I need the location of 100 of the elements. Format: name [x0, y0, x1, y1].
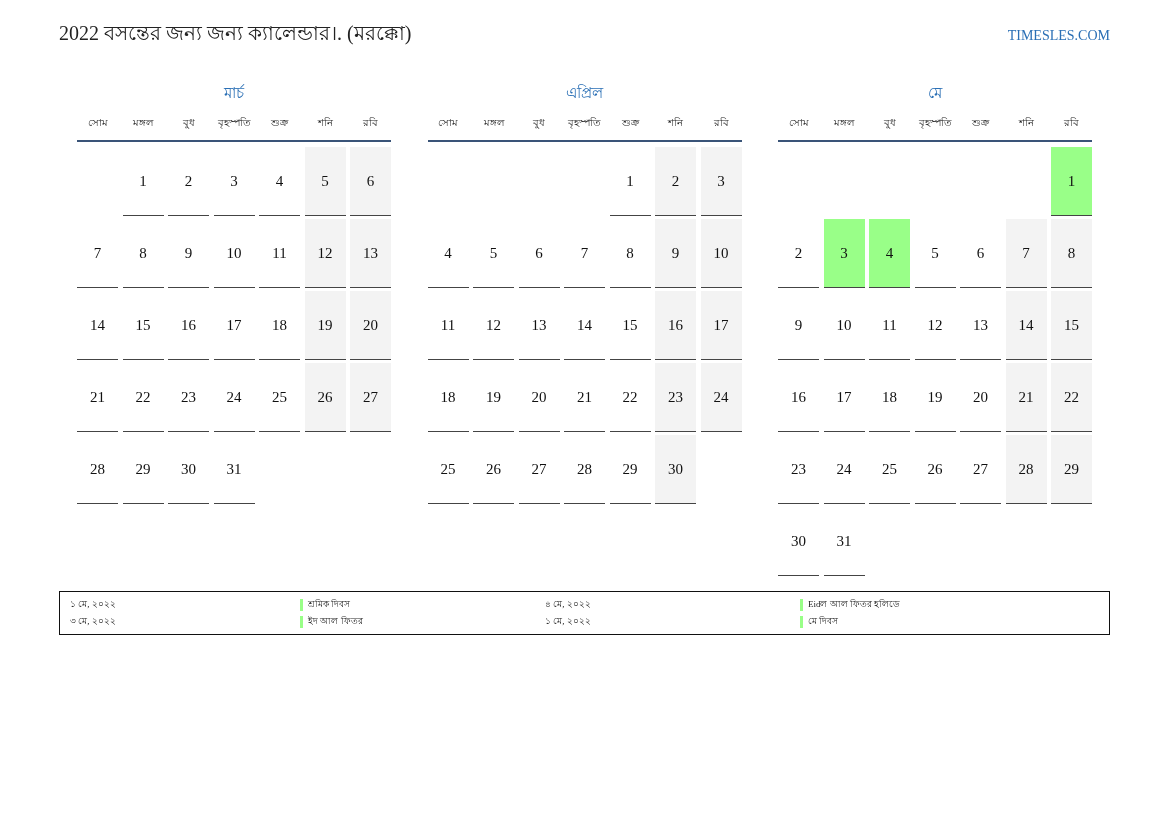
day-cell: 26 — [304, 363, 346, 432]
day-cell: 13 — [350, 219, 391, 288]
day-cell: 30 — [778, 507, 819, 576]
holiday-date: ১ মে, ২০২২ — [70, 598, 117, 611]
day-cell: 1 — [609, 147, 651, 216]
day-cell: 1 — [122, 147, 164, 216]
weekday-label: শুক্র — [971, 116, 991, 130]
day-cell: 27 — [518, 435, 560, 504]
day-cell: 5 — [304, 147, 346, 216]
day-cell: 8 — [609, 219, 651, 288]
weekday-label: বুধ — [181, 116, 196, 131]
weekday-label: বৃহস্পতি — [917, 116, 953, 131]
day-cell: 29 — [122, 435, 164, 504]
day-cell: 24 — [213, 363, 255, 432]
day-cell: 21 — [1005, 363, 1047, 432]
day-cell: 24 — [700, 363, 742, 432]
day-cell: 16 — [655, 291, 696, 360]
day-cell: 23 — [168, 363, 209, 432]
day-cell: 24 — [823, 435, 865, 504]
day-cell: 28 — [77, 435, 118, 504]
holiday-name: Eidল আল ফিতর হলিডে — [808, 598, 901, 611]
day-cell: 22 — [1051, 363, 1092, 432]
page-title: 2022 বসন্তের জন্য জন্য ক্যালেন্ডার।. (মরক্কো) — [59, 21, 412, 47]
month-title: মার্চ — [223, 83, 246, 103]
day-cell: 4 — [259, 147, 300, 216]
month-title: মে — [927, 84, 944, 103]
holiday-name: শ্রমিক দিবস — [308, 598, 351, 611]
day-cell: 25 — [259, 363, 300, 432]
holiday-name: ইদ আল ফিতর — [308, 615, 363, 628]
day-cell: 5 — [473, 219, 514, 288]
day-cell: 15 — [1051, 291, 1092, 360]
day-cell: 23 — [655, 363, 696, 432]
day-cell: 9 — [778, 291, 819, 360]
day-cell: 20 — [350, 291, 391, 360]
day-cell: 3 — [700, 147, 742, 216]
day-cell: 15 — [609, 291, 651, 360]
day-cell: 14 — [564, 291, 605, 360]
day-cell: 3 — [213, 147, 255, 216]
day-cell: 2 — [778, 219, 819, 288]
weekday-label: বৃহস্পতি — [567, 116, 602, 131]
day-cell: 7 — [77, 219, 118, 288]
day-cell: 20 — [960, 363, 1001, 432]
day-cell: 28 — [564, 435, 605, 504]
day-cell: 30 — [168, 435, 209, 504]
holiday-name: মে দিবস — [808, 615, 839, 628]
day-cell: 25 — [869, 435, 910, 504]
weekday-label: সোম — [86, 116, 109, 130]
weekday-label: মঙ্গল — [132, 116, 155, 130]
weekday-label: শনি — [1017, 116, 1035, 130]
day-cell: 10 — [213, 219, 255, 288]
day-cell: 11 — [427, 291, 469, 360]
day-cell: 13 — [960, 291, 1001, 360]
weekday-label: রবি — [362, 116, 379, 130]
weekday-label: বৃহস্পতি — [216, 116, 252, 131]
day-cell: 2 — [655, 147, 696, 216]
day-cell: 31 — [213, 435, 255, 504]
day-cell: 29 — [609, 435, 651, 504]
day-cell: 16 — [778, 363, 819, 432]
day-cell: 11 — [259, 219, 300, 288]
weekday-label: রবি — [712, 116, 730, 130]
day-cell: 18 — [259, 291, 300, 360]
weekday-label: শনি — [316, 116, 334, 130]
day-cell: 10 — [823, 291, 865, 360]
holiday-date: ৩ মে, ২০২২ — [70, 615, 117, 628]
weekday-label: সোম — [787, 116, 810, 130]
day-cell: 16 — [168, 291, 209, 360]
day-cell: 23 — [778, 435, 819, 504]
day-cell: 18 — [869, 363, 910, 432]
weekday-label: শনি — [666, 116, 684, 130]
weekday-label: বুধ — [882, 116, 897, 131]
day-cell: 28 — [1005, 435, 1047, 504]
day-cell: 5 — [914, 219, 956, 288]
day-cell: 29 — [1051, 435, 1092, 504]
day-cell: 25 — [427, 435, 469, 504]
holiday-date: ৪ মে, ২০২২ — [545, 598, 592, 611]
day-cell: 20 — [518, 363, 560, 432]
day-cell: 2 — [168, 147, 209, 216]
day-cell: 14 — [1005, 291, 1047, 360]
day-cell: 7 — [1005, 219, 1047, 288]
day-cell: 31 — [823, 507, 865, 576]
day-cell: 22 — [122, 363, 164, 432]
day-cell: 15 — [122, 291, 164, 360]
day-cell: 4 — [427, 219, 469, 288]
month-title: এপ্রিল — [565, 83, 605, 103]
day-cell: 17 — [823, 363, 865, 432]
weekday-label: সোম — [437, 116, 459, 130]
day-cell: 30 — [655, 435, 696, 504]
day-cell: 19 — [914, 363, 956, 432]
day-cell: 17 — [700, 291, 742, 360]
day-cell: 12 — [914, 291, 956, 360]
day-cell: 17 — [213, 291, 255, 360]
day-cell: 22 — [609, 363, 651, 432]
day-cell: 26 — [914, 435, 956, 504]
weekday-label: শুক্র — [270, 116, 290, 130]
day-cell: 9 — [168, 219, 209, 288]
site-link[interactable]: TIMESLES.COM — [1007, 28, 1110, 44]
day-cell: 1 — [1051, 147, 1092, 216]
day-cell: 8 — [122, 219, 164, 288]
day-cell: 12 — [473, 291, 514, 360]
day-cell: 8 — [1051, 219, 1092, 288]
